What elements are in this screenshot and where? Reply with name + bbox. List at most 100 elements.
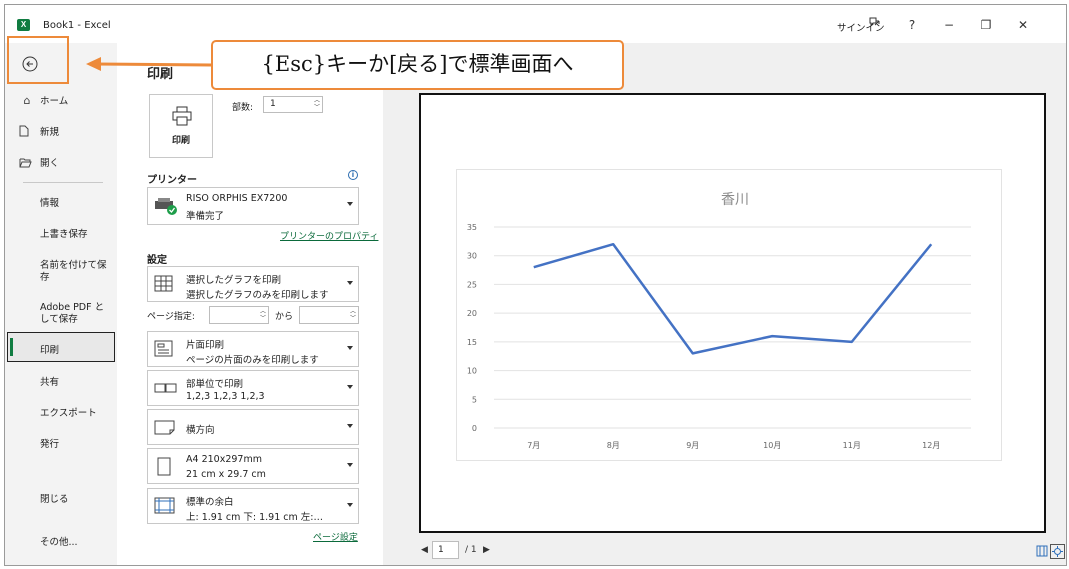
paper-size-icon [154,457,174,476]
y-tick-label: 35 [467,223,477,232]
y-tick-label: 25 [467,280,477,289]
orientation-dropdown[interactable]: 横方向 [147,409,359,445]
sides-line1: 片面印刷 [186,340,225,351]
nav-divider [23,182,103,183]
callout-text: {Esc}キーか[戻る]で標準画面へ [261,52,574,76]
next-page-button[interactable]: ▶ [483,545,490,555]
nav-home-label: ホーム [40,96,69,107]
paper-size-line2: 21 cm x 29.7 cm [186,469,266,480]
coauthor-icon[interactable] [868,16,888,34]
chevron-down-icon [347,503,353,507]
x-tick-label: 7月 [527,441,540,450]
copies-input[interactable]: 1 ︿ ﹀ [263,96,323,113]
nav-save[interactable]: 上書き保存 [5,220,117,250]
new-document-icon [19,125,35,137]
landscape-icon [154,418,175,436]
page-setup-link[interactable]: ページ設定 [313,530,358,543]
show-margins-icon[interactable] [1036,545,1048,557]
nav-info-label: 情報 [40,198,60,209]
paper-size-line1: A4 210x297mm [186,454,262,465]
x-tick-label: 11月 [843,441,861,450]
y-tick-label: 10 [467,367,477,376]
restore-button[interactable]: ❐ [976,16,996,34]
chevron-down-icon [347,202,353,206]
prev-page-button[interactable]: ◀ [421,545,428,555]
title-bar: X Book1 - Excel サインイン ? − ❐ ✕ [5,5,1066,43]
collate-line2: 1,2,3 1,2,3 1,2,3 [186,391,265,402]
collate-dropdown[interactable]: 部単位で印刷 1,2,3 1,2,3 1,2,3 [147,370,359,406]
print-what-dropdown[interactable]: 選択したグラフを印刷 選択したグラフのみを印刷します [147,266,359,302]
nav-save-as-pdf[interactable]: Adobe PDF として保存 [5,299,111,329]
help-button[interactable]: ? [902,16,922,34]
nav-more[interactable]: その他... [5,528,117,558]
pages-to-label: から [275,312,294,322]
back-button-highlight [7,36,69,84]
series-line [533,242,933,355]
x-tick-label: 8月 [607,441,620,450]
window-title: Book1 - Excel [43,20,111,31]
nav-close[interactable]: 閉じる [5,485,117,515]
nav-save-as-label: 名前を付けて保存 [40,260,107,283]
chart-area: 香川 0 5 10 15 20 25 30 35 7月 8月 9月 10月 11月 12月 [456,169,1002,461]
nav-publish-label: 発行 [40,439,60,450]
printer-properties-link[interactable]: プリンターのプロパティ [280,229,378,242]
printer-status: 準備完了 [186,211,225,222]
orientation-value: 横方向 [186,425,215,436]
nav-share-label: 共有 [40,377,60,388]
margins-icon [154,497,175,515]
print-what-line1: 選択したグラフを印刷 [186,275,282,286]
nav-open-label: 開く [40,158,60,169]
print-what-line2: 選択したグラフのみを印刷します [186,290,329,301]
nav-save-as[interactable]: 名前を付けて保存 [5,257,111,287]
y-tick-label: 20 [467,309,477,318]
printer-section-title: プリンター [147,175,197,186]
print-settings-panel: 印刷 印刷 部数: 1 ︿ ﹀ プリンター i RISO ORPHIS EX720… [117,43,383,565]
backstage-nav: ⌂ ホーム 新規 開く 情報 上書き保存 名前を付けて保存 Adobe PDF … [5,43,117,565]
paper-size-dropdown[interactable]: A4 210x297mm 21 cm x 29.7 cm [147,448,359,484]
settings-section-title: 設定 [147,255,167,266]
copies-label: 部数: [232,103,254,113]
print-button-label: 印刷 [171,136,190,146]
nav-new[interactable]: 新規 [5,116,117,146]
nav-publish[interactable]: 発行 [5,430,117,460]
collate-line1: 部単位で印刷 [186,379,244,390]
folder-open-icon [19,157,35,168]
pages-label: ページ指定: [147,312,195,322]
info-icon[interactable]: i [348,170,358,180]
nav-export[interactable]: エクスポート [5,399,117,429]
printer-dropdown[interactable]: RISO ORPHIS EX7200 準備完了 [147,187,359,225]
callout-box: {Esc}キーか[戻る]で標準画面へ [211,40,624,90]
nav-open[interactable]: 開く [5,147,117,177]
nav-info[interactable]: 情報 [5,189,117,219]
nav-home[interactable]: ⌂ ホーム [5,85,117,115]
chevron-down-icon [347,385,353,389]
excel-logo-icon: X [17,19,30,31]
chevron-down-icon [347,346,353,350]
page-number-input[interactable]: 1 [432,541,459,559]
home-icon: ⌂ [23,93,31,107]
printer-name: RISO ORPHIS EX7200 [186,193,288,204]
grid-icon [154,275,174,293]
copies-spinner[interactable]: ︿ ﹀ [314,97,320,111]
y-tick-label: 0 [472,424,477,433]
zoom-to-page-icon[interactable] [1050,544,1065,559]
nav-share[interactable]: 共有 [5,368,117,398]
margins-dropdown[interactable]: 標準の余白 上: 1.91 cm 下: 1.91 cm 左:… [147,488,359,524]
pages-from-input[interactable]: ︿ ﹀ [209,306,269,324]
minimize-button[interactable]: − [939,16,959,34]
chart-title: 香川 [721,192,749,208]
x-tick-label: 12月 [922,441,940,450]
single-sided-icon [154,340,174,358]
pages-to-input[interactable]: ︿ ﹀ [299,306,359,324]
print-button[interactable]: 印刷 [149,94,213,158]
nav-print[interactable]: 印刷 [5,336,117,366]
total-pages: / 1 [465,545,477,555]
margins-line2: 上: 1.91 cm 下: 1.91 cm 左:… [186,512,323,523]
x-tick-label: 9月 [686,441,699,450]
y-tick-label: 5 [472,395,477,404]
chevron-down-icon [347,281,353,285]
copies-value: 1 [270,99,276,109]
close-button[interactable]: ✕ [1013,16,1033,34]
x-tick-label: 10月 [763,441,781,450]
sides-dropdown[interactable]: 片面印刷 ページの片面のみを印刷します [147,331,359,367]
